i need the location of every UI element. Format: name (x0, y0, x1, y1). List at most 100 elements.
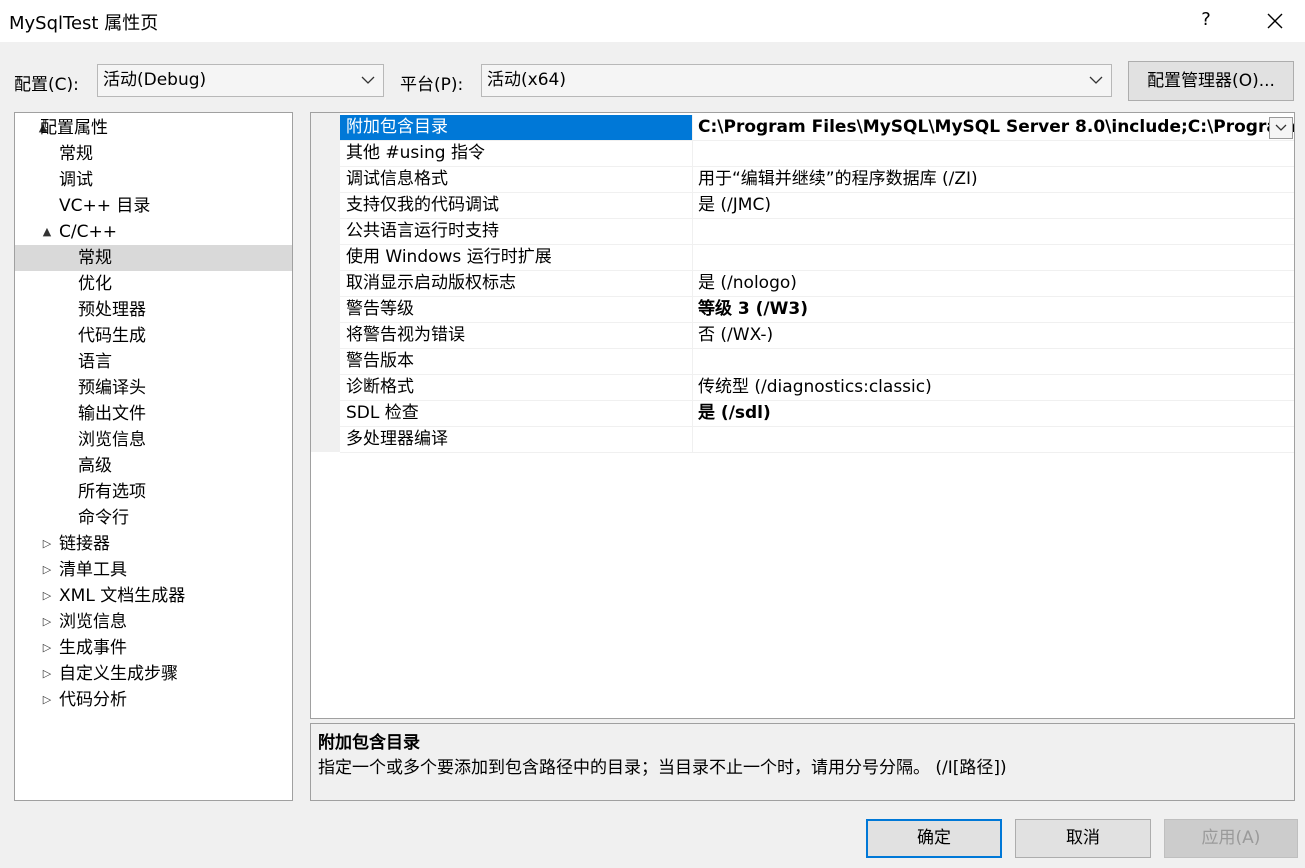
property-name[interactable]: 多处理器编译 (340, 427, 692, 452)
tree-item[interactable]: ▷ XML 文档生成器 (15, 583, 292, 609)
config-select[interactable]: 活动(Debug) (97, 64, 384, 97)
property-row[interactable]: 取消显示启动版权标志是 (/nologo) (340, 271, 1294, 297)
property-row[interactable]: 多处理器编译 (340, 427, 1294, 453)
config-manager-button[interactable]: 配置管理器(O)... (1128, 61, 1294, 101)
tree-item[interactable]: 命令行 (15, 505, 292, 531)
property-value[interactable]: 否 (/WX-) (692, 323, 1294, 348)
property-tree[interactable]: ▲ 配置属性 常规 调试 VC++ 目录 ▲ C/C++ 常规 优化 预处理器 代码生成 语言 预编译头… (14, 112, 293, 801)
property-value-text: 否 (/WX-) (698, 325, 774, 345)
collapsed-arrow-icon[interactable]: ▷ (41, 661, 53, 687)
window-title: MySqlTest 属性页 (9, 13, 159, 34)
property-value[interactable]: 传统型 (/diagnostics:classic) (692, 375, 1294, 400)
tree-item[interactable]: ▷ 浏览信息 (15, 609, 292, 635)
property-row[interactable]: 附加包含目录 C:\Program Files\MySQL\MySQL Serve… (340, 115, 1294, 141)
property-value[interactable]: 是 (/nologo) (692, 271, 1294, 296)
tree-item[interactable]: 所有选项 (15, 479, 292, 505)
tree-item-label: 优化 (78, 274, 112, 294)
property-value[interactable] (692, 219, 1294, 244)
tree-item[interactable]: ▷ 生成事件 (15, 635, 292, 661)
property-name[interactable]: 公共语言运行时支持 (340, 219, 692, 244)
collapsed-arrow-icon[interactable]: ▷ (41, 531, 53, 557)
tree-item[interactable]: ▷ 清单工具 (15, 557, 292, 583)
help-button[interactable]: ? (1186, 6, 1226, 36)
property-value[interactable]: C:\Program Files\MySQL\MySQL Server 8.0\… (692, 115, 1294, 140)
property-row[interactable]: 警告版本 (340, 349, 1294, 375)
chevron-down-icon (1275, 124, 1287, 131)
property-name[interactable]: 附加包含目录 (340, 115, 692, 140)
property-value[interactable] (692, 427, 1294, 452)
property-row[interactable]: 警告等级 等级 3 (/W3) (340, 297, 1294, 323)
property-name[interactable]: 警告等级 (340, 297, 692, 322)
title-bar: MySqlTest 属性页 ? (0, 0, 1305, 42)
property-value[interactable] (692, 245, 1294, 270)
property-value[interactable]: 是 (/JMC) (692, 193, 1294, 218)
tree-item[interactable]: 输出文件 (15, 401, 292, 427)
property-row[interactable]: 公共语言运行时支持 (340, 219, 1294, 245)
expanded-arrow-icon[interactable]: ▲ (41, 219, 53, 245)
property-row[interactable]: SDL 检查是 (/sdl) (340, 401, 1294, 427)
property-row[interactable]: 诊断格式 传统型 (/diagnostics:classic) (340, 375, 1294, 401)
platform-select-value: 活动(x64) (487, 70, 566, 90)
tree-item[interactable]: ▲ 配置属性 (15, 115, 292, 141)
tree-item[interactable]: 常规 (15, 141, 292, 167)
property-value-text: 是 (/sdl) (698, 403, 771, 423)
value-dropdown-button[interactable] (1269, 117, 1293, 139)
tree-item-label: 代码分析 (59, 690, 127, 710)
property-value[interactable] (692, 141, 1294, 166)
property-value[interactable]: 等级 3 (/W3) (692, 297, 1294, 322)
collapsed-arrow-icon[interactable]: ▷ (41, 557, 53, 583)
tree-item-label: 浏览信息 (78, 430, 146, 450)
tree-item[interactable]: ▷ 代码分析 (15, 687, 292, 713)
property-name[interactable]: 调试信息格式 (340, 167, 692, 192)
property-row[interactable]: 其他 #using 指令 (340, 141, 1294, 167)
cancel-button[interactable]: 取消 (1015, 819, 1151, 858)
config-select-value: 活动(Debug) (103, 70, 207, 90)
property-name[interactable]: 将警告视为错误 (340, 323, 692, 348)
tree-item[interactable]: ▷ 链接器 (15, 531, 292, 557)
property-value[interactable]: 是 (/sdl) (692, 401, 1294, 426)
close-button[interactable] (1254, 6, 1296, 36)
tree-item[interactable]: VC++ 目录 (15, 193, 292, 219)
platform-label: 平台(P): (400, 75, 464, 95)
tree-item[interactable]: 预处理器 (15, 297, 292, 323)
property-row[interactable]: 支持仅我的代码调试是 (/JMC) (340, 193, 1294, 219)
tree-item[interactable]: 语言 (15, 349, 292, 375)
tree-item[interactable]: 浏览信息 (15, 427, 292, 453)
tree-item[interactable]: ▲ C/C++ (15, 219, 292, 245)
config-label: 配置(C): (14, 75, 79, 95)
ok-button[interactable]: 确定 (866, 819, 1002, 858)
tree-item-label: VC++ 目录 (59, 196, 151, 216)
property-name[interactable]: 取消显示启动版权标志 (340, 271, 692, 296)
tree-item-label: 语言 (78, 352, 112, 372)
collapsed-arrow-icon[interactable]: ▷ (41, 635, 53, 661)
tree-item[interactable]: 预编译头 (15, 375, 292, 401)
tree-item[interactable]: 调试 (15, 167, 292, 193)
property-name[interactable]: 支持仅我的代码调试 (340, 193, 692, 218)
property-name[interactable]: 诊断格式 (340, 375, 692, 400)
tree-item-label: C/C++ (59, 222, 117, 242)
property-name[interactable]: SDL 检查 (340, 401, 692, 426)
tree-item-label: 所有选项 (78, 482, 146, 502)
tree-item[interactable]: 优化 (15, 271, 292, 297)
collapsed-arrow-icon[interactable]: ▷ (41, 583, 53, 609)
property-name[interactable]: 其他 #using 指令 (340, 141, 692, 166)
property-value[interactable] (692, 349, 1294, 374)
tree-item[interactable]: ▷ 自定义生成步骤 (15, 661, 292, 687)
collapsed-arrow-icon[interactable]: ▷ (41, 687, 53, 713)
property-name[interactable]: 警告版本 (340, 349, 692, 374)
property-row[interactable]: 将警告视为错误否 (/WX-) (340, 323, 1294, 349)
property-row[interactable]: 调试信息格式 用于“编辑并继续”的程序数据库 (/ZI) (340, 167, 1294, 193)
apply-button[interactable]: 应用(A) (1164, 819, 1298, 858)
tree-item[interactable]: 代码生成 (15, 323, 292, 349)
platform-select[interactable]: 活动(x64) (481, 64, 1112, 97)
property-value[interactable]: 用于“编辑并继续”的程序数据库 (/ZI) (692, 167, 1294, 192)
chevron-down-icon (361, 76, 375, 84)
property-name[interactable]: 使用 Windows 运行时扩展 (340, 245, 692, 270)
tree-item[interactable]: 常规 (15, 245, 292, 271)
property-value-text: 传统型 (/diagnostics:classic) (698, 377, 932, 397)
collapsed-arrow-icon[interactable]: ▷ (41, 609, 53, 635)
property-row[interactable]: 使用 Windows 运行时扩展 (340, 245, 1294, 271)
tree-item-label: 命令行 (78, 508, 129, 528)
tree-item-label: 配置属性 (40, 118, 108, 138)
tree-item[interactable]: 高级 (15, 453, 292, 479)
